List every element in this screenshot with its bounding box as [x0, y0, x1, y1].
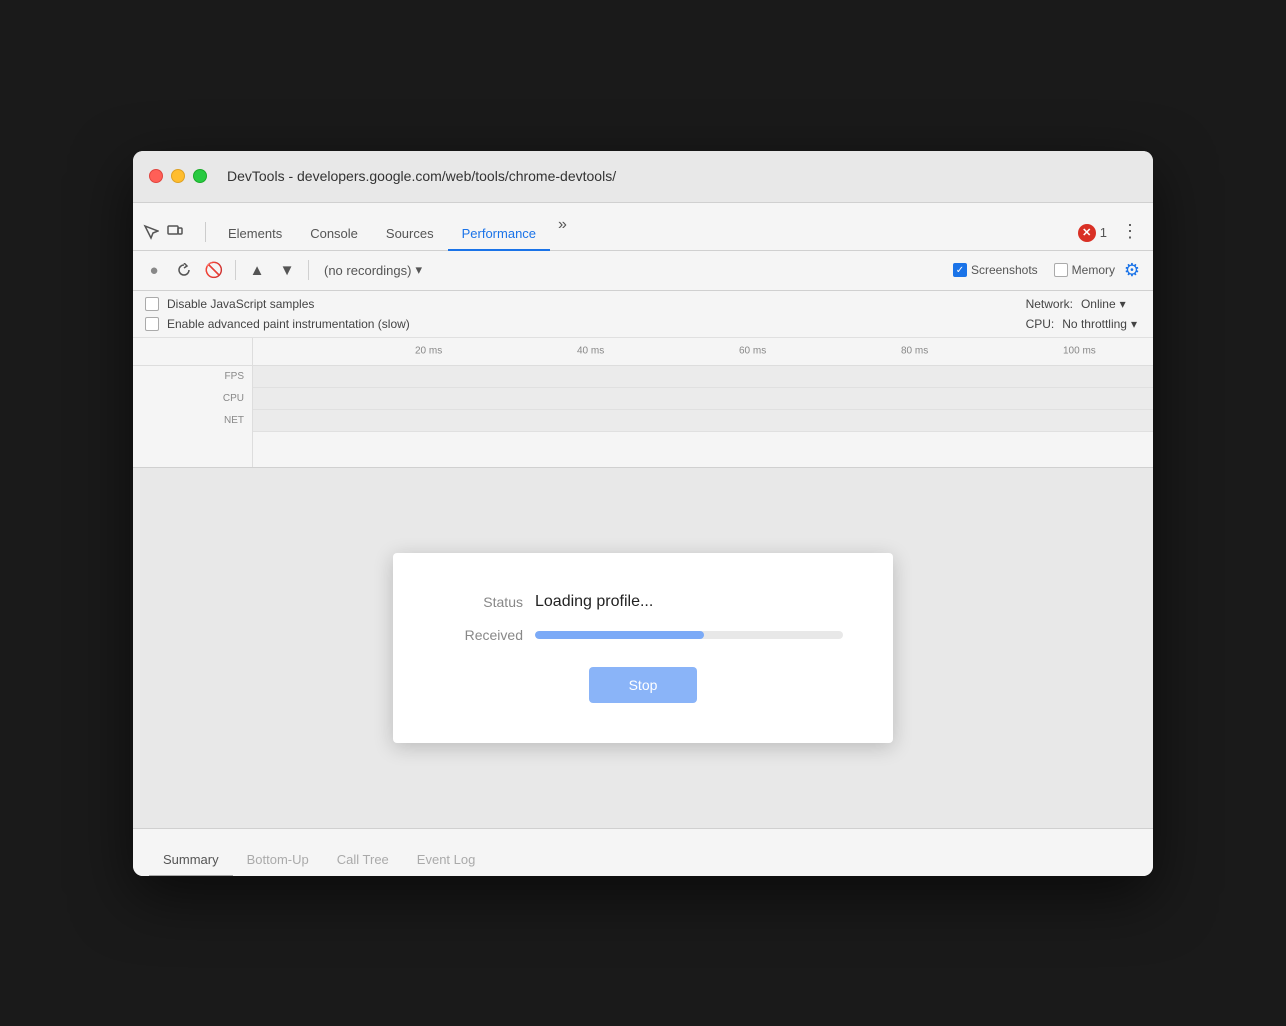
more-menu-button[interactable]: ⋮ [1115, 221, 1145, 242]
inspect-icon[interactable] [141, 222, 161, 242]
cpu-setting-label: CPU: [1026, 317, 1055, 331]
tab-bar: Elements Console Sources Performance » ✕… [133, 203, 1153, 251]
tab-performance[interactable]: Performance [448, 218, 550, 251]
progress-bar-container [535, 631, 843, 639]
settings-row: Disable JavaScript samples Enable advanc… [133, 291, 1153, 338]
settings-right: Network: Online ▾ CPU: No throttling ▾ [1026, 297, 1137, 331]
title-bar: DevTools - developers.google.com/web/too… [133, 151, 1153, 203]
fps-track [253, 366, 1153, 388]
stop-button[interactable]: Stop [589, 667, 698, 703]
enable-paint-row: Enable advanced paint instrumentation (s… [145, 317, 1026, 331]
progress-bar-fill [535, 631, 704, 639]
tick-40: 40 ms [577, 346, 604, 357]
cpu-setting-arrow[interactable]: ▾ [1131, 317, 1137, 331]
tab-call-tree[interactable]: Call Tree [323, 844, 403, 876]
net-label: NET [133, 410, 252, 432]
tick-60: 60 ms [739, 346, 766, 357]
cpu-label: CPU [133, 388, 252, 410]
tab-console[interactable]: Console [296, 218, 372, 251]
maximize-button[interactable] [193, 169, 207, 183]
settings-gear-button[interactable]: ⚙ [1119, 257, 1145, 283]
traffic-lights [149, 169, 207, 183]
error-circle-icon: ✕ [1078, 224, 1096, 242]
close-button[interactable] [149, 169, 163, 183]
tab-sources[interactable]: Sources [372, 218, 448, 251]
bottom-tabs: Summary Bottom-Up Call Tree Event Log [133, 828, 1153, 876]
enable-paint-checkbox[interactable] [145, 317, 159, 331]
tab-bottom-up[interactable]: Bottom-Up [233, 844, 323, 876]
timeline-labels: FPS CPU NET [133, 338, 253, 467]
disable-js-samples-row: Disable JavaScript samples [145, 297, 1026, 311]
network-setting: Network: Online ▾ [1026, 297, 1126, 311]
toolbar-divider-2 [308, 260, 309, 280]
record-button[interactable]: ● [141, 257, 167, 283]
settings-left: Disable JavaScript samples Enable advanc… [145, 297, 1026, 331]
recording-select-arrow: ▾ [415, 262, 422, 278]
tick-row: 20 ms 40 ms 60 ms 80 ms 100 ms [253, 338, 1153, 366]
cpu-setting: CPU: No throttling ▾ [1026, 317, 1137, 331]
tab-summary[interactable]: Summary [149, 844, 233, 876]
disable-js-samples-checkbox[interactable] [145, 297, 159, 311]
reload-button[interactable] [171, 257, 197, 283]
tab-event-log[interactable]: Event Log [403, 844, 490, 876]
error-count: 1 [1100, 225, 1107, 240]
network-setting-label: Network: [1026, 297, 1073, 311]
tick-80: 80 ms [901, 346, 928, 357]
enable-paint-label: Enable advanced paint instrumentation (s… [167, 317, 410, 331]
device-toolbar-icon[interactable] [165, 222, 185, 242]
toolbar-divider-1 [235, 260, 236, 280]
devtools-window: DevTools - developers.google.com/web/too… [133, 151, 1153, 876]
tick-20: 20 ms [415, 346, 442, 357]
net-track [253, 410, 1153, 432]
cpu-setting-value: No throttling [1062, 317, 1127, 331]
fps-label: FPS [133, 366, 252, 388]
received-label: Received [443, 627, 523, 643]
screenshots-toggle[interactable]: ✓ Screenshots [953, 263, 1038, 277]
recording-select[interactable]: (no recordings) ▾ [317, 259, 429, 281]
timeline-container: FPS CPU NET 20 ms 40 ms 60 ms 80 ms 100 … [133, 338, 1153, 467]
upload-button[interactable]: ▲ [244, 257, 270, 283]
network-setting-arrow[interactable]: ▾ [1120, 297, 1126, 311]
tab-bar-icons [141, 222, 185, 242]
download-button[interactable]: ▼ [274, 257, 300, 283]
status-label: Status [443, 594, 523, 610]
cpu-track [253, 388, 1153, 410]
received-row: Received [443, 627, 843, 643]
tab-divider [205, 222, 206, 242]
screenshots-label: Screenshots [971, 263, 1038, 277]
memory-label: Memory [1072, 263, 1115, 277]
recording-select-label: (no recordings) [324, 263, 411, 278]
network-setting-value: Online [1081, 297, 1116, 311]
window-title: DevTools - developers.google.com/web/too… [227, 168, 616, 184]
minimize-button[interactable] [171, 169, 185, 183]
status-row: Status Loading profile... [443, 593, 843, 611]
tab-elements[interactable]: Elements [214, 218, 296, 251]
timeline-right: 20 ms 40 ms 60 ms 80 ms 100 ms [253, 338, 1153, 467]
loading-dialog: Status Loading profile... Received Stop [393, 553, 893, 743]
timeline-label-spacer [133, 338, 252, 366]
status-value: Loading profile... [535, 593, 653, 611]
main-content: Status Loading profile... Received Stop [133, 468, 1153, 828]
tick-100: 100 ms [1063, 346, 1096, 357]
clear-button[interactable]: 🚫 [201, 257, 227, 283]
performance-toolbar: ● 🚫 ▲ ▼ (no recordings) ▾ ✓ Screenshots … [133, 251, 1153, 291]
timeline-area: FPS CPU NET 20 ms 40 ms 60 ms 80 ms 100 … [133, 338, 1153, 468]
memory-toggle[interactable]: Memory [1054, 263, 1115, 277]
more-tabs-button[interactable]: » [550, 208, 575, 242]
error-badge: ✕ 1 [1078, 224, 1107, 242]
track-labels: FPS CPU NET [133, 366, 252, 432]
memory-checkbox[interactable] [1054, 263, 1068, 277]
screenshots-checkbox[interactable]: ✓ [953, 263, 967, 277]
disable-js-samples-label: Disable JavaScript samples [167, 297, 314, 311]
